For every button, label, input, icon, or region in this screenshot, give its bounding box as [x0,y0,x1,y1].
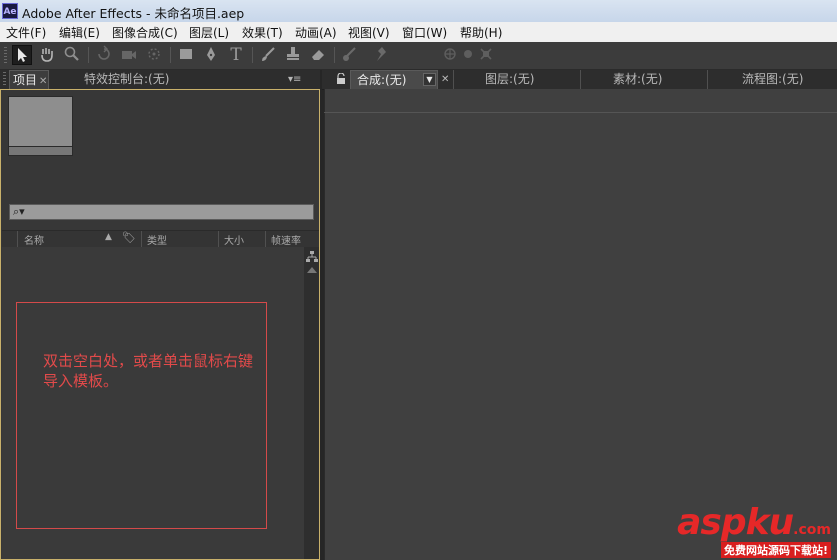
search-icon: ⌕▾ [13,205,25,218]
menu-animation[interactable]: 动画(A) [295,24,337,41]
project-scrollbar[interactable] [304,247,319,559]
watermark-logo: aspku.com 免费网站源码下载站! [677,502,831,558]
column-name[interactable]: 名称 [24,232,44,247]
close-icon[interactable]: ✕ [39,76,47,87]
after-effects-logo-icon: Ae [2,3,18,19]
rectangle-tool-icon[interactable] [176,45,196,65]
menu-effect[interactable]: 效果(T) [242,24,283,41]
eraser-icon[interactable] [308,45,328,65]
menu-edit[interactable]: 编辑(E) [59,24,100,41]
panel-menu-icon[interactable]: ▾≡ [288,70,301,89]
type-tool-icon[interactable]: T [226,45,246,65]
panel-grip[interactable] [3,72,6,86]
project-columns-header: 名称 ▲ 🏷 类型 大小 帧速率 [2,230,319,248]
chevron-down-icon[interactable]: ▼ [423,73,436,86]
scroll-up-arrow-icon[interactable] [307,267,317,273]
tab-project-label: 项目 [13,73,38,87]
project-panel-tabs: 项目 ✕ 特效控制台:(无) ▾≡ [0,70,321,90]
watermark-suffix: .com [793,522,831,538]
tab-layer[interactable]: 图层:(无) [485,70,534,89]
tab-footage[interactable]: 素材:(无) [613,70,662,89]
toolbar-grip[interactable] [4,47,7,63]
puppet-pin-icon[interactable] [372,45,392,65]
menu-bar: 文件(F) 编辑(E) 图像合成(C) 图层(L) 效果(T) 动画(A) 视图… [0,22,837,43]
annotation-box: 双击空白处，或者单击鼠标右键导入模板。 [16,302,267,529]
viewer-panel-tabs: 合成:(无) ▼ ✕ 图层:(无) 素材:(无) 流程图:(无) [322,70,837,90]
tools-panel: T [0,42,837,70]
tab-flowchart[interactable]: 流程图:(无) [742,70,803,89]
roto-brush-icon[interactable] [340,45,360,65]
selection-arrow-icon[interactable] [12,45,32,65]
composition-viewer[interactable] [324,89,837,560]
brush-icon[interactable] [258,45,278,65]
tab-composition-label: 合成:(无) [357,73,407,87]
rotate-icon[interactable] [94,45,114,65]
watermark-brand: aspku [677,502,794,543]
flowchart-icon[interactable] [306,251,318,263]
lock-icon[interactable] [336,72,345,84]
close-icon[interactable]: ✕ [441,70,449,89]
project-search-input[interactable]: ⌕▾ [9,204,314,220]
pan-behind-icon[interactable] [144,45,164,65]
watermark-tagline: 免费网站源码下载站! [720,542,831,558]
title-bar: Ae Adobe After Effects - 未命名项目.aep [0,0,837,22]
clone-stamp-icon[interactable] [283,45,303,65]
tab-project[interactable]: 项目 ✕ [9,70,49,89]
zoom-icon[interactable] [62,45,82,65]
tab-composition[interactable]: 合成:(无) ▼ [350,70,438,89]
sort-ascending-icon[interactable]: ▲ [105,232,112,242]
label-tag-icon[interactable]: 🏷 [122,231,136,244]
menu-help[interactable]: 帮助(H) [460,24,502,41]
column-size[interactable]: 大小 [224,232,244,247]
tab-effect-controls[interactable]: 特效控制台:(无) [84,70,169,89]
menu-file[interactable]: 文件(F) [6,24,46,41]
annotation-text: 双击空白处，或者单击鼠标右键导入模板。 [43,352,254,390]
view-axis-icon[interactable] [476,45,496,65]
menu-layer[interactable]: 图层(L) [189,24,229,41]
world-axis-icon[interactable] [458,45,478,65]
hand-icon[interactable] [37,45,57,65]
column-type[interactable]: 类型 [147,232,167,247]
window-title: Adobe After Effects - 未命名项目.aep [22,6,245,21]
menu-view[interactable]: 视图(V) [348,24,390,41]
thumbnail-info-bar [8,146,73,156]
column-frame-rate[interactable]: 帧速率 [271,232,301,247]
project-panel: ⌕▾ 名称 ▲ 🏷 类型 大小 帧速率 双击空白处，或者单击鼠标右键导入模板。 [0,89,320,560]
menu-window[interactable]: 窗口(W) [402,24,447,41]
viewer-separator [324,112,837,113]
local-axis-icon[interactable] [440,45,460,65]
camera-icon[interactable] [119,45,139,65]
pen-tool-icon[interactable] [201,45,221,65]
menu-composition[interactable]: 图像合成(C) [112,24,178,41]
